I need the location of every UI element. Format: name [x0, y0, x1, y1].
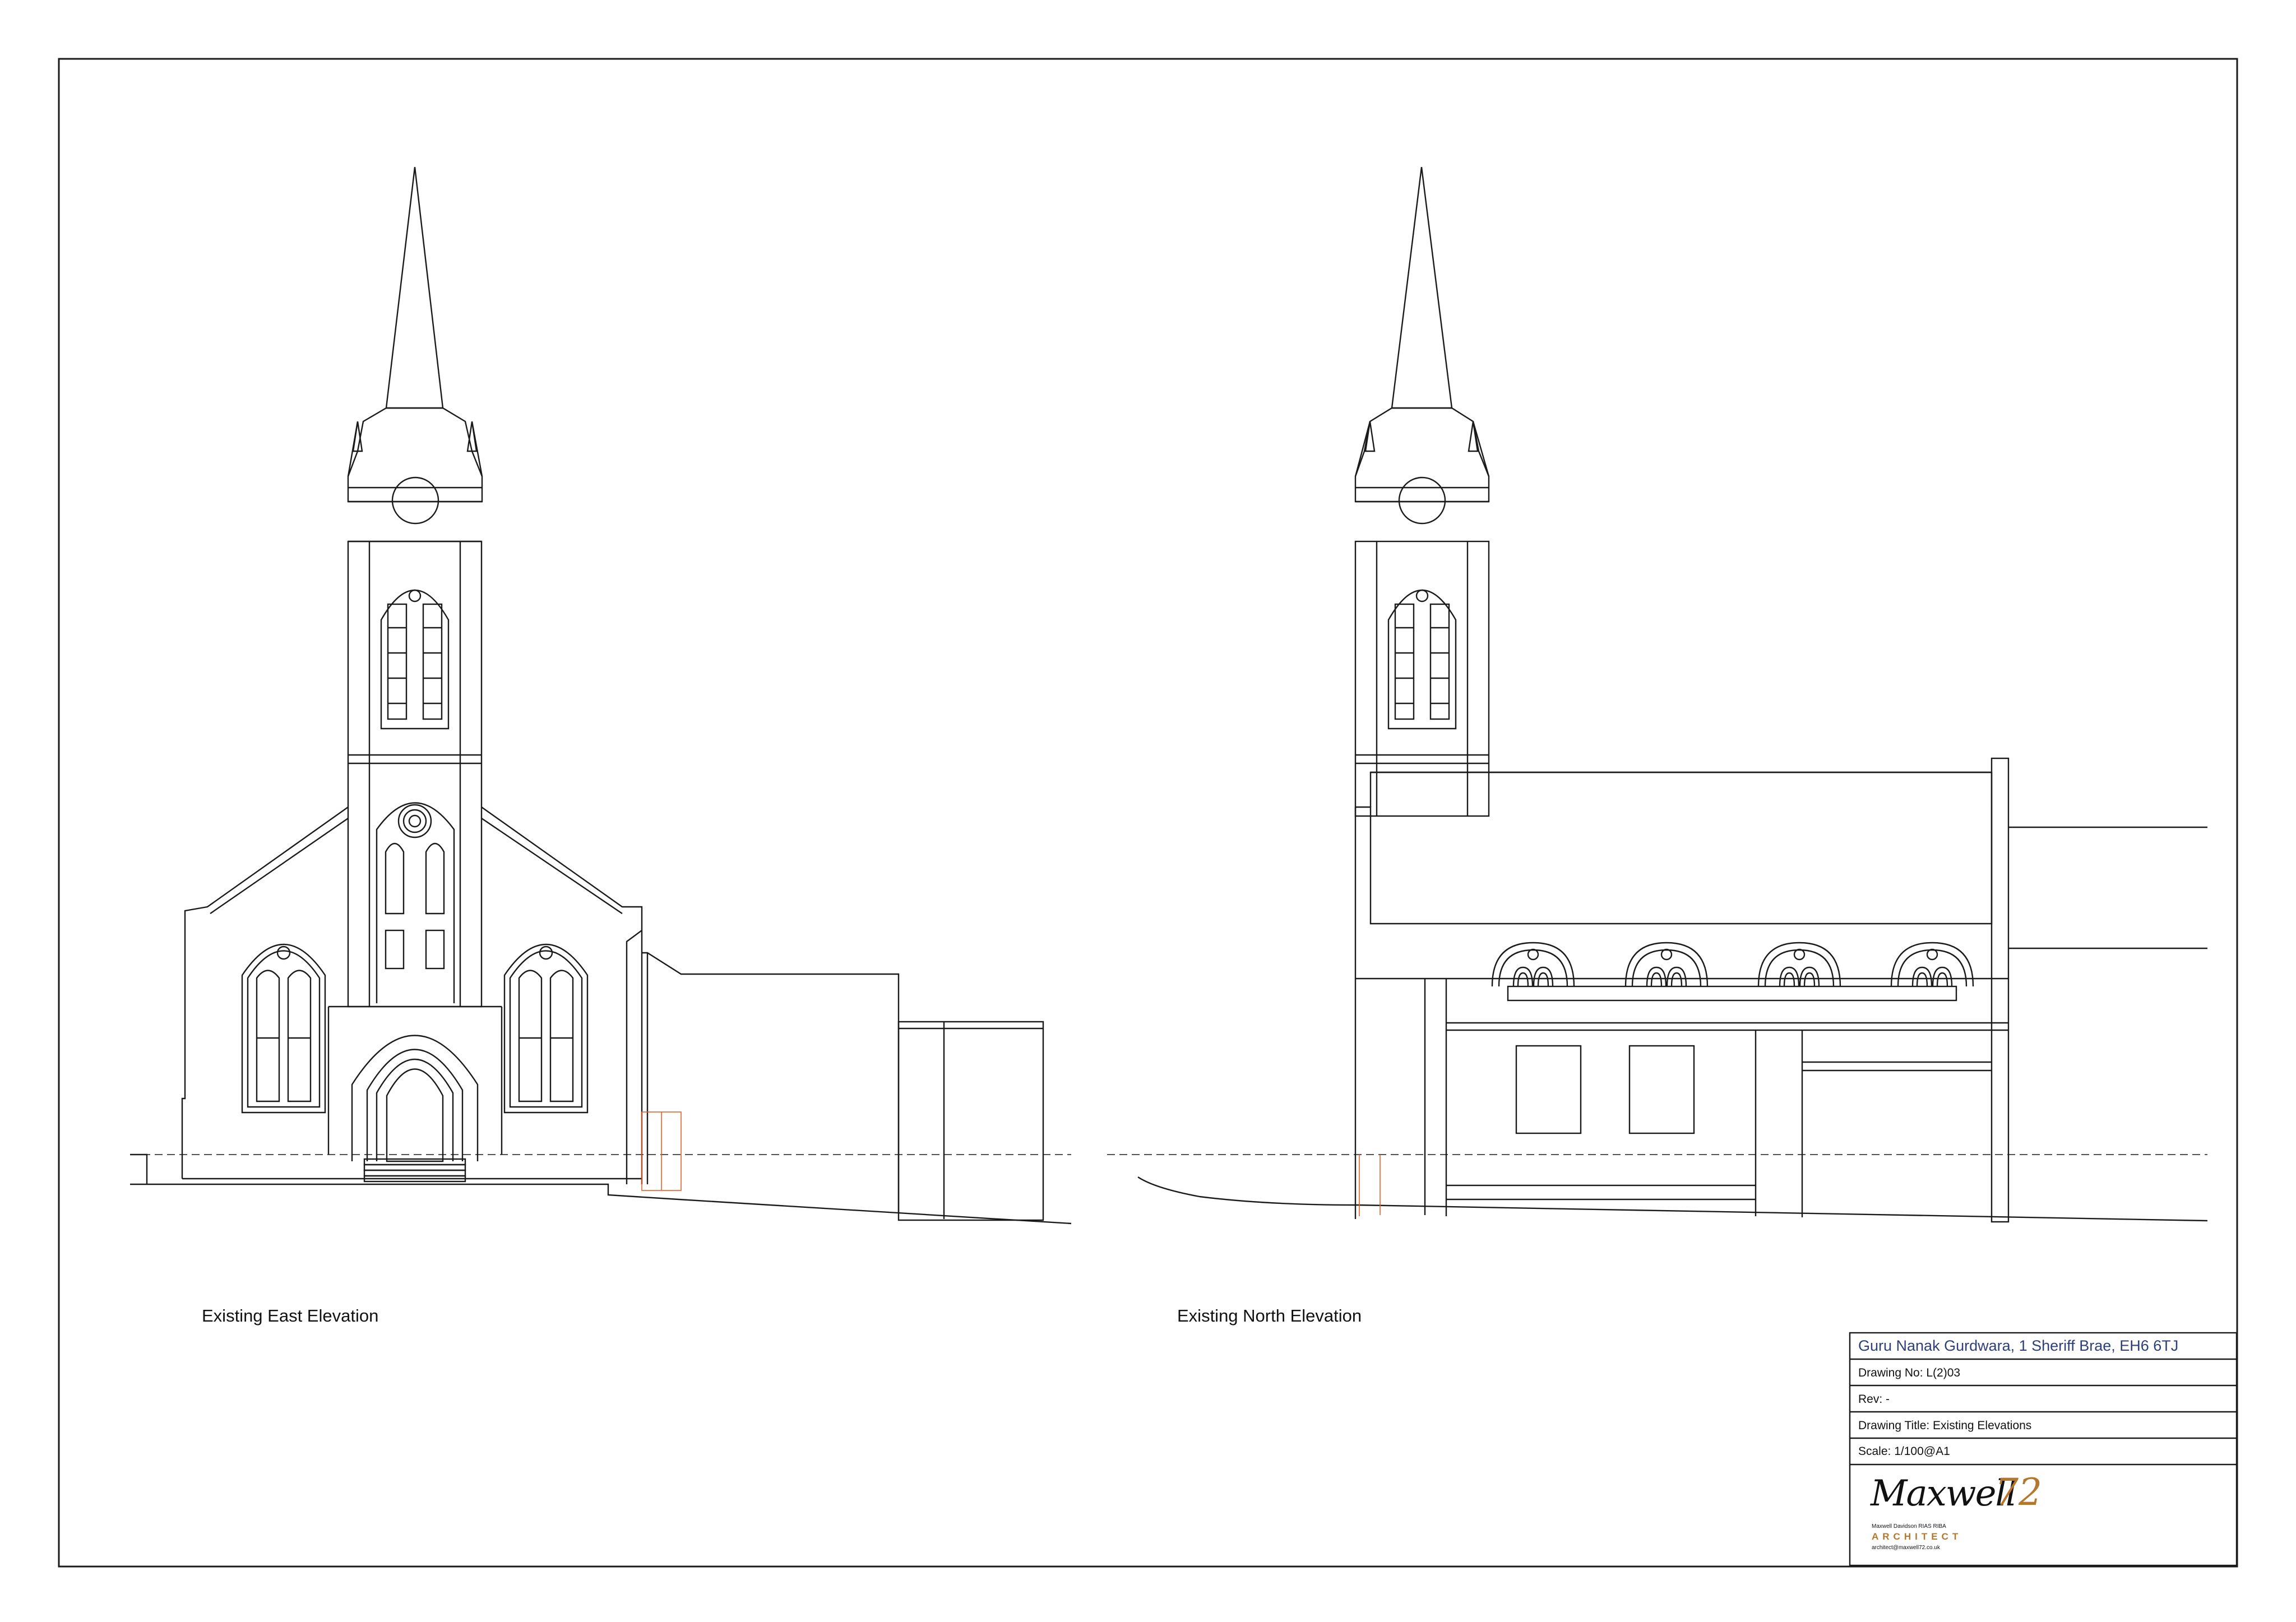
logo-role: ARCHITECT — [1872, 1531, 1962, 1542]
north-belfry-arch — [1387, 590, 1457, 730]
east-clock-circle — [391, 476, 439, 525]
revision: Rev: - — [1858, 1393, 1890, 1406]
east-belfry-arch — [380, 590, 450, 730]
east-entrance-door — [351, 1035, 479, 1183]
logo-name-line: Maxwell Davidson RIAS RIBA — [1872, 1523, 1946, 1530]
east-ground-line — [130, 1183, 1072, 1225]
east-elevation-caption: Existing East Elevation — [202, 1306, 379, 1326]
north-clock-circle — [1398, 476, 1446, 525]
north-elevation-caption: Existing North Elevation — [1177, 1306, 1362, 1326]
logo-email: architect@maxwell72.co.uk — [1872, 1545, 1940, 1551]
north-tower — [1354, 540, 1490, 817]
east-elevation — [130, 166, 1072, 1225]
north-red-outline — [1359, 1155, 1381, 1216]
north-nave — [1354, 757, 2207, 1223]
north-elevation — [1107, 166, 2208, 1223]
logo-wordmark: Maxwell — [1871, 1473, 2017, 1514]
east-window-left — [241, 943, 326, 1114]
drawing-title: Drawing Title: Existing Elevations — [1858, 1419, 2032, 1432]
north-spire — [1354, 166, 1490, 525]
east-window-right — [503, 943, 589, 1114]
east-extension — [626, 930, 1044, 1221]
maxwell72-logo: Maxwell 72 Maxwell Davidson RIAS RIBA AR… — [1871, 1471, 2042, 1557]
east-spire — [347, 166, 483, 525]
scale: Scale: 1/100@A1 — [1858, 1445, 1950, 1458]
east-tower — [347, 540, 483, 1008]
title-block: Guru Nanak Gurdwara, 1 Sheriff Brae, EH6… — [1851, 1333, 2238, 1565]
project-name: Guru Nanak Gurdwara, 1 Sheriff Brae, EH6… — [1858, 1337, 2179, 1354]
logo-number: 72 — [1995, 1471, 2042, 1514]
drawing-number: Drawing No: L(2)03 — [1858, 1366, 1961, 1379]
north-clerestory-windows — [1491, 942, 1974, 987]
